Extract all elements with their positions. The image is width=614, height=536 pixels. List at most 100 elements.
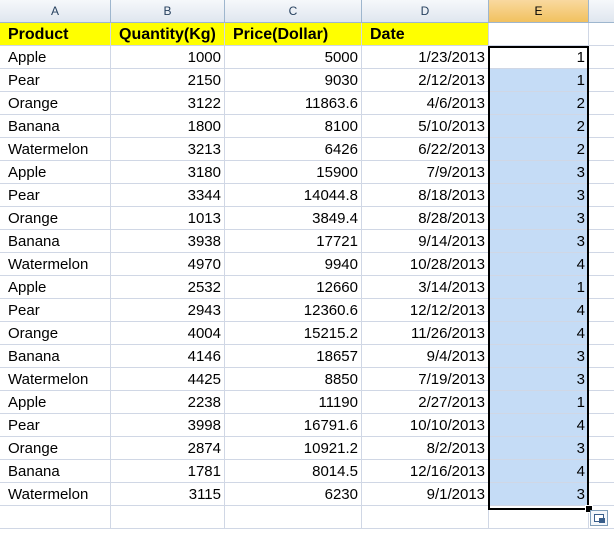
price-cell[interactable]: 6230 xyxy=(225,483,362,506)
result-cell[interactable]: 1 xyxy=(489,276,589,299)
paste-options-icon[interactable] xyxy=(590,510,608,526)
empty-cell[interactable] xyxy=(589,368,614,391)
quantity-cell[interactable]: 4970 xyxy=(111,253,225,276)
header-quantity[interactable]: Quantity(Kg) xyxy=(111,23,225,46)
product-cell[interactable]: Watermelon xyxy=(0,483,111,506)
product-cell[interactable]: Pear xyxy=(0,184,111,207)
empty-cell[interactable] xyxy=(589,414,614,437)
price-cell[interactable]: 15215.2 xyxy=(225,322,362,345)
cell-e1[interactable] xyxy=(489,23,589,46)
quantity-cell[interactable]: 2238 xyxy=(111,391,225,414)
price-cell[interactable]: 9940 xyxy=(225,253,362,276)
product-cell[interactable]: Pear xyxy=(0,299,111,322)
empty-cell[interactable] xyxy=(589,69,614,92)
quantity-cell[interactable]: 4425 xyxy=(111,368,225,391)
date-cell[interactable]: 9/4/2013 xyxy=(362,345,489,368)
result-cell[interactable]: 3 xyxy=(489,437,589,460)
empty-cell[interactable] xyxy=(489,506,589,529)
quantity-cell[interactable]: 3180 xyxy=(111,161,225,184)
product-cell[interactable]: Apple xyxy=(0,161,111,184)
quantity-cell[interactable]: 3213 xyxy=(111,138,225,161)
empty-cell[interactable] xyxy=(111,506,225,529)
quantity-cell[interactable]: 2150 xyxy=(111,69,225,92)
product-cell[interactable]: Apple xyxy=(0,391,111,414)
empty-cell[interactable] xyxy=(362,506,489,529)
empty-cell[interactable] xyxy=(589,46,614,69)
product-cell[interactable]: Watermelon xyxy=(0,253,111,276)
product-cell[interactable]: Pear xyxy=(0,69,111,92)
header-price[interactable]: Price(Dollar) xyxy=(225,23,362,46)
product-cell[interactable]: Banana xyxy=(0,345,111,368)
price-cell[interactable]: 11190 xyxy=(225,391,362,414)
result-cell[interactable]: 4 xyxy=(489,460,589,483)
date-cell[interactable]: 6/22/2013 xyxy=(362,138,489,161)
empty-cell[interactable] xyxy=(589,391,614,414)
result-cell[interactable]: 1 xyxy=(489,69,589,92)
quantity-cell[interactable]: 3122 xyxy=(111,92,225,115)
date-cell[interactable]: 3/14/2013 xyxy=(362,276,489,299)
price-cell[interactable]: 11863.6 xyxy=(225,92,362,115)
price-cell[interactable]: 18657 xyxy=(225,345,362,368)
product-cell[interactable]: Banana xyxy=(0,460,111,483)
result-cell[interactable]: 3 xyxy=(489,483,589,506)
price-cell[interactable]: 5000 xyxy=(225,46,362,69)
date-cell[interactable]: 7/19/2013 xyxy=(362,368,489,391)
result-cell[interactable]: 3 xyxy=(489,184,589,207)
price-cell[interactable]: 14044.8 xyxy=(225,184,362,207)
result-cell[interactable]: 2 xyxy=(489,115,589,138)
quantity-cell[interactable]: 3344 xyxy=(111,184,225,207)
quantity-cell[interactable]: 1800 xyxy=(111,115,225,138)
price-cell[interactable]: 3849.4 xyxy=(225,207,362,230)
empty-cell[interactable] xyxy=(589,483,614,506)
empty-cell[interactable] xyxy=(589,115,614,138)
date-cell[interactable]: 11/26/2013 xyxy=(362,322,489,345)
empty-cell[interactable] xyxy=(589,460,614,483)
result-cell[interactable]: 3 xyxy=(489,161,589,184)
result-cell[interactable]: 4 xyxy=(489,322,589,345)
column-header-f[interactable] xyxy=(589,0,614,22)
empty-cell[interactable] xyxy=(0,506,111,529)
date-cell[interactable]: 10/28/2013 xyxy=(362,253,489,276)
product-cell[interactable]: Apple xyxy=(0,276,111,299)
product-cell[interactable]: Watermelon xyxy=(0,138,111,161)
quantity-cell[interactable]: 3998 xyxy=(111,414,225,437)
product-cell[interactable]: Watermelon xyxy=(0,368,111,391)
product-cell[interactable]: Pear xyxy=(0,414,111,437)
quantity-cell[interactable]: 2532 xyxy=(111,276,225,299)
date-cell[interactable]: 5/10/2013 xyxy=(362,115,489,138)
empty-cell[interactable] xyxy=(589,299,614,322)
result-cell[interactable]: 1 xyxy=(489,46,589,69)
empty-cell[interactable] xyxy=(589,276,614,299)
date-cell[interactable]: 8/18/2013 xyxy=(362,184,489,207)
price-cell[interactable]: 10921.2 xyxy=(225,437,362,460)
price-cell[interactable]: 17721 xyxy=(225,230,362,253)
date-cell[interactable]: 8/2/2013 xyxy=(362,437,489,460)
product-cell[interactable]: Banana xyxy=(0,230,111,253)
cell-f1[interactable] xyxy=(589,23,614,46)
price-cell[interactable]: 8014.5 xyxy=(225,460,362,483)
empty-cell[interactable] xyxy=(589,253,614,276)
price-cell[interactable]: 15900 xyxy=(225,161,362,184)
date-cell[interactable]: 7/9/2013 xyxy=(362,161,489,184)
quantity-cell[interactable]: 3115 xyxy=(111,483,225,506)
result-cell[interactable]: 3 xyxy=(489,368,589,391)
product-cell[interactable]: Orange xyxy=(0,322,111,345)
column-header-a[interactable]: A xyxy=(0,0,111,22)
result-cell[interactable]: 4 xyxy=(489,414,589,437)
result-cell[interactable]: 4 xyxy=(489,253,589,276)
result-cell[interactable]: 2 xyxy=(489,138,589,161)
quantity-cell[interactable]: 1013 xyxy=(111,207,225,230)
empty-cell[interactable] xyxy=(589,230,614,253)
product-cell[interactable]: Orange xyxy=(0,207,111,230)
empty-cell[interactable] xyxy=(589,345,614,368)
date-cell[interactable]: 8/28/2013 xyxy=(362,207,489,230)
product-cell[interactable]: Banana xyxy=(0,115,111,138)
empty-cell[interactable] xyxy=(589,207,614,230)
quantity-cell[interactable]: 1000 xyxy=(111,46,225,69)
column-header-e[interactable]: E xyxy=(489,0,589,22)
header-date[interactable]: Date xyxy=(362,23,489,46)
price-cell[interactable]: 12660 xyxy=(225,276,362,299)
product-cell[interactable]: Orange xyxy=(0,92,111,115)
product-cell[interactable]: Apple xyxy=(0,46,111,69)
date-cell[interactable]: 1/23/2013 xyxy=(362,46,489,69)
